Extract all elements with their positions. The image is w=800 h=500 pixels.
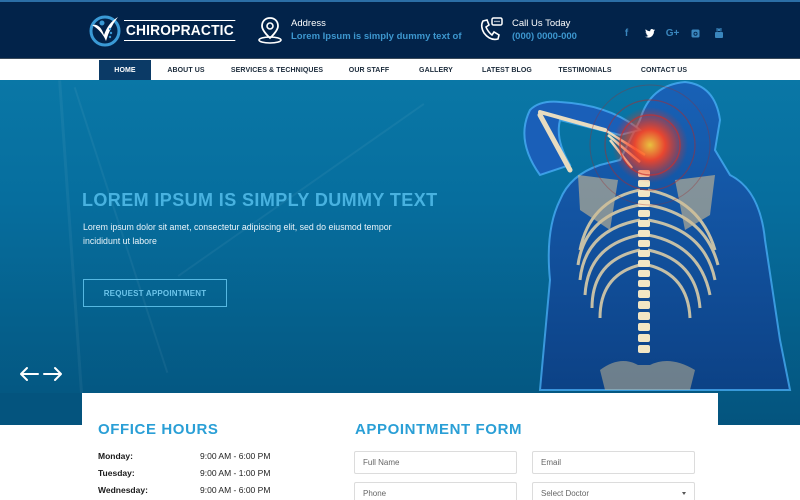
phone-input[interactable] [354, 482, 517, 500]
appointment-form-title: APPOINTMENT FORM [355, 421, 523, 438]
spine-anatomy-illustration [523, 80, 792, 391]
map-pin-icon [258, 17, 282, 44]
nav-item-testimonials[interactable]: TESTIMONIALS [554, 60, 616, 80]
twitter-icon[interactable] [638, 26, 661, 40]
chevron-down-icon [682, 492, 686, 495]
instagram-icon[interactable] [684, 26, 707, 40]
doctor-select-value: Select Doctor [541, 489, 590, 498]
phone-info: Call Us Today (000) 0000-000 [478, 16, 577, 44]
logo[interactable]: CHIROPRACTIC [88, 12, 245, 48]
hours-day: Wednesday: [98, 485, 148, 495]
address-info: Address Lorem Ipsum is simply dummy text… [257, 16, 462, 44]
hero-title: LOREM IPSUM IS SIMPLY DUMMY TEXT [82, 190, 438, 210]
nav-item-gallery[interactable]: GALLERY [412, 60, 460, 80]
arrow-left-icon[interactable] [18, 366, 40, 382]
request-appointment-button[interactable]: REQUEST APPOINTMENT [83, 279, 227, 307]
doctor-select[interactable]: Select Doctor [532, 482, 695, 500]
nav-item-about-us[interactable]: ABOUT US [160, 60, 212, 80]
hours-row: Monday: 9:00 AM - 6:00 PM [98, 451, 298, 465]
hero-description: Lorem ipsum dolor sit amet, consectetur … [83, 222, 392, 246]
hours-time: 9:00 AM - 1:00 PM [200, 468, 271, 478]
address-label: Address [291, 18, 326, 29]
logo-mark-icon [89, 15, 121, 47]
logo-text: CHIROPRACTIC [124, 19, 236, 41]
phone-label: Call Us Today [512, 18, 571, 29]
nav-item-our-staff[interactable]: OUR STAFF [342, 60, 396, 80]
google-plus-icon[interactable]: G+ [661, 26, 684, 40]
slider-arrows [18, 366, 64, 382]
office-hours-title: OFFICE HOURS [98, 421, 219, 438]
top-header: CHIROPRACTIC Address Lorem Ipsum is simp… [0, 0, 800, 58]
youtube-icon[interactable] [707, 26, 730, 40]
nav-item-contact-us[interactable]: CONTACT US [634, 60, 694, 80]
nav-item-services[interactable]: SERVICES & TECHNIQUES [228, 60, 326, 80]
main-nav: HOME ABOUT US SERVICES & TECHNIQUES OUR … [0, 58, 800, 80]
phone-number[interactable]: (000) 0000-000 [512, 30, 577, 43]
email-input[interactable] [532, 451, 695, 474]
nav-item-latest-blog[interactable]: LATEST BLOG [476, 60, 538, 80]
nav-item-home[interactable]: HOME [99, 60, 151, 80]
hours-row: Tuesday: 9:00 AM - 1:00 PM [98, 468, 298, 482]
full-name-input[interactable] [354, 451, 517, 474]
hours-time: 9:00 AM - 6:00 PM [200, 451, 271, 461]
facebook-icon[interactable]: f [615, 26, 638, 40]
hero-slider: LOREM IPSUM IS SIMPLY DUMMY TEXT Lorem i… [0, 80, 800, 425]
address-value: Lorem Ipsum is simply dummy text of [291, 31, 462, 42]
social-links: f G+ [615, 26, 730, 40]
phone-chat-icon [480, 17, 503, 41]
hours-day: Tuesday: [98, 468, 135, 478]
hero-bottom-edge [0, 393, 82, 425]
hours-time: 9:00 AM - 6:00 PM [200, 485, 271, 495]
hours-day: Monday: [98, 451, 133, 461]
arrow-right-icon[interactable] [42, 366, 64, 382]
hours-row: Wednesday: 9:00 AM - 6:00 PM [98, 485, 298, 499]
